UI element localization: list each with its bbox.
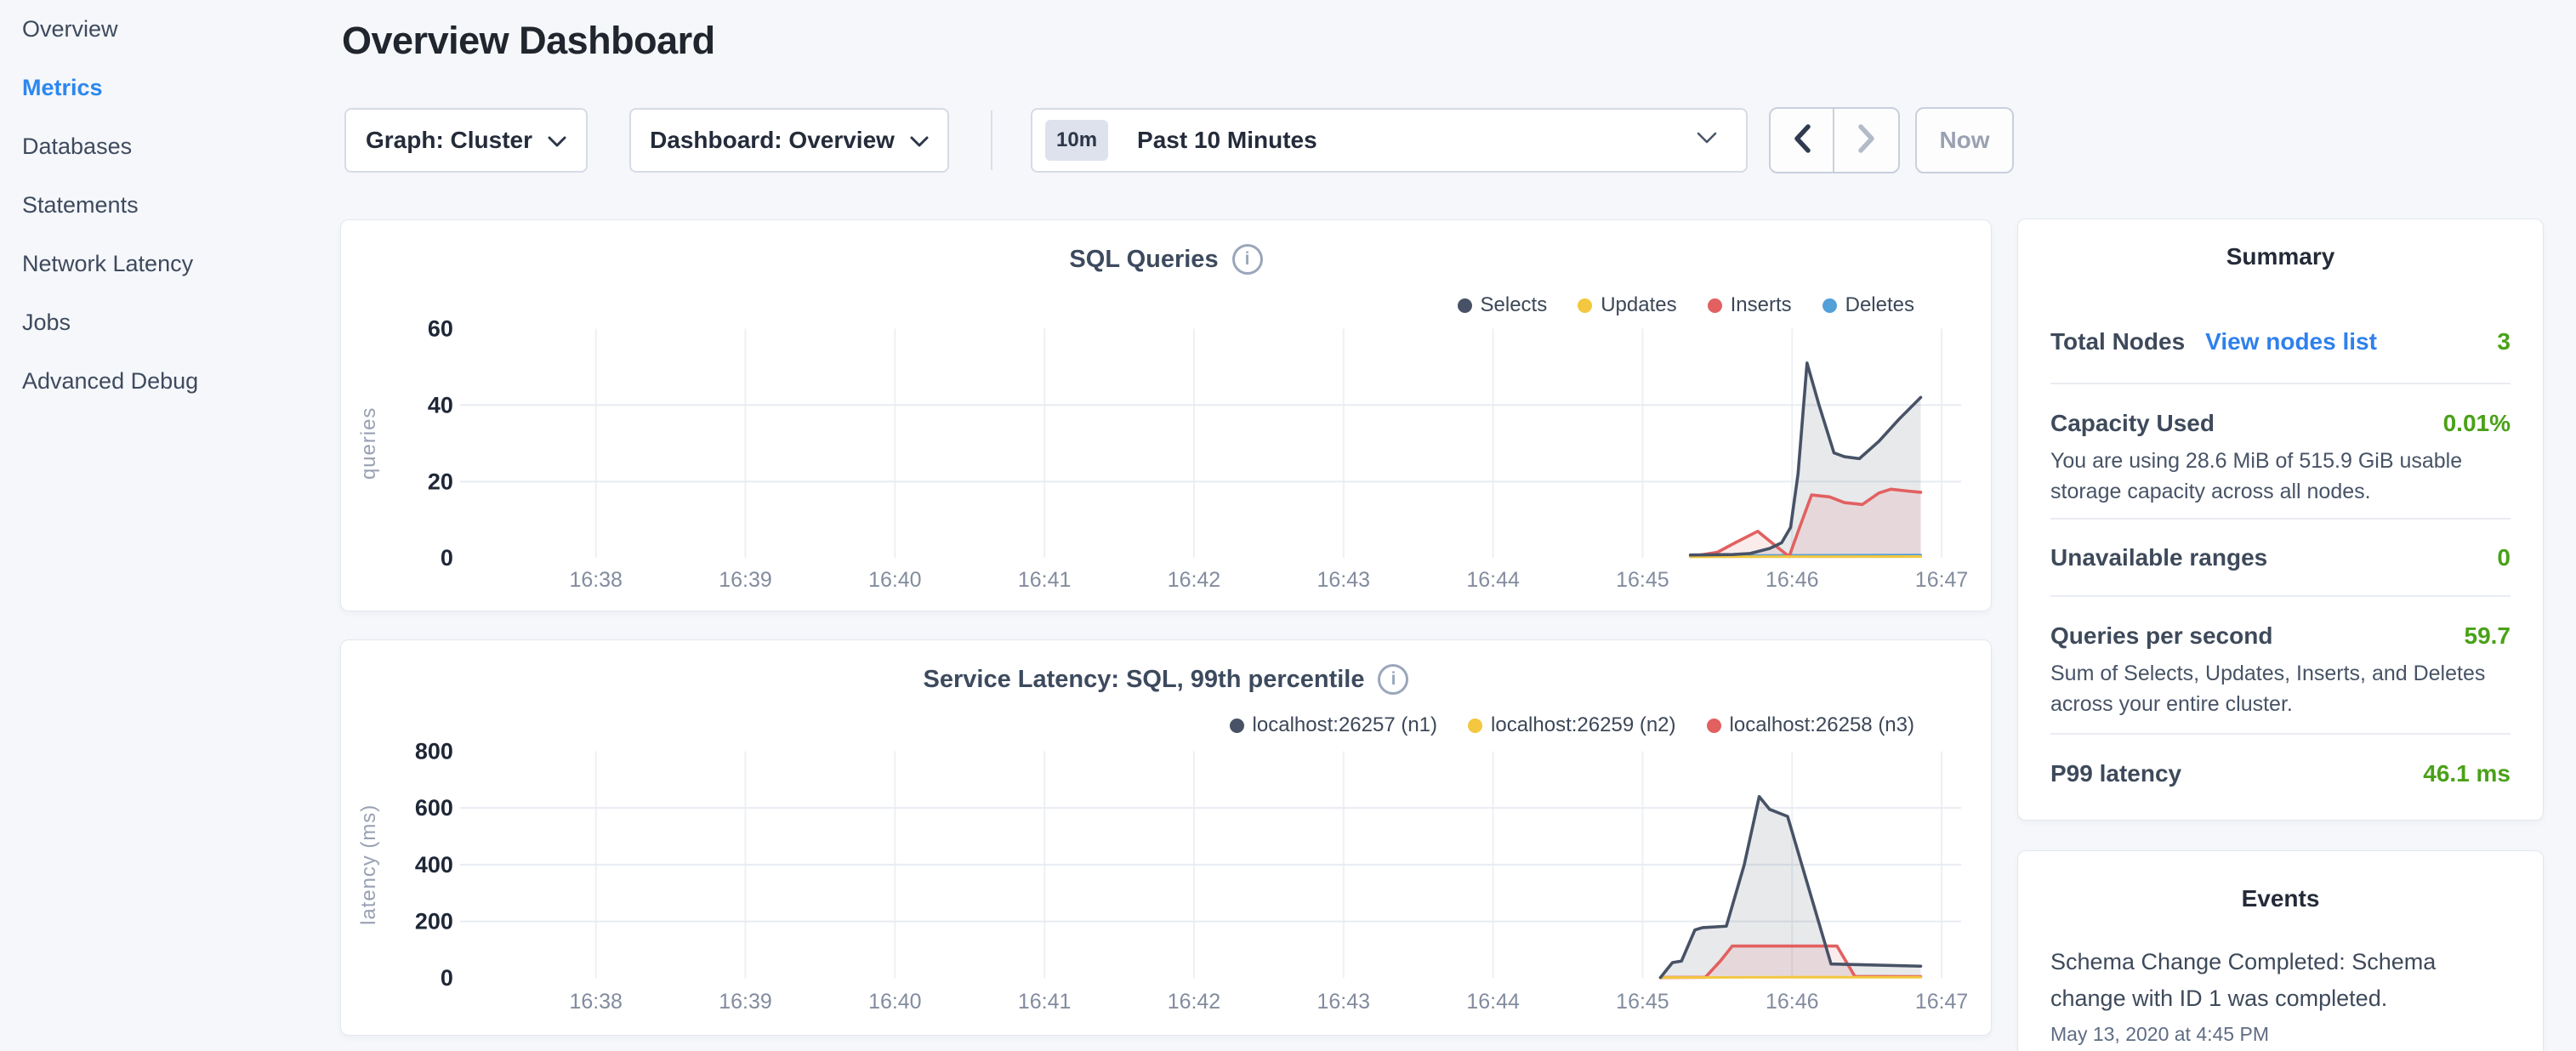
svg-text:16:42: 16:42	[1168, 568, 1220, 592]
summary-description: You are using 28.6 MiB of 515.9 GiB usab…	[2050, 446, 2511, 507]
svg-text:16:43: 16:43	[1317, 990, 1370, 1014]
summary-row-total-nodes: Total Nodes View nodes list 3	[2050, 328, 2511, 355]
svg-text:16:44: 16:44	[1466, 990, 1520, 1014]
now-button[interactable]: Now	[1915, 107, 2014, 173]
svg-text:queries: queries	[357, 407, 380, 480]
summary-value: 0	[2497, 544, 2511, 571]
svg-text:latency (ms): latency (ms)	[357, 804, 380, 925]
summary-row-unavailable-ranges: Unavailable ranges 0	[2050, 544, 2511, 571]
svg-text:16:47: 16:47	[1915, 568, 1968, 592]
svg-text:60: 60	[428, 315, 453, 341]
svg-text:16:45: 16:45	[1616, 990, 1669, 1014]
time-step-buttons	[1769, 107, 1900, 173]
summary-label: Unavailable ranges	[2050, 544, 2267, 571]
svg-text:16:41: 16:41	[1018, 568, 1071, 592]
svg-text:16:39: 16:39	[719, 990, 771, 1014]
summary-description: Sum of Selects, Updates, Inserts, and De…	[2050, 658, 2511, 719]
view-nodes-list-link[interactable]: View nodes list	[2205, 328, 2377, 355]
summary-panel: Summary Total Nodes View nodes list 3 Ca…	[2017, 219, 2544, 821]
svg-text:0: 0	[441, 965, 453, 991]
chevron-down-icon	[910, 127, 929, 154]
time-forward-button[interactable]	[1834, 109, 1898, 172]
svg-text:600: 600	[415, 795, 453, 821]
summary-value: 0.01%	[2443, 410, 2511, 437]
svg-text:16:40: 16:40	[868, 990, 921, 1014]
chevron-left-icon	[1792, 123, 1812, 158]
divider	[2050, 518, 2511, 520]
summary-label: Capacity Used	[2050, 410, 2215, 437]
summary-label: P99 latency	[2050, 760, 2181, 787]
sidebar-item-jobs[interactable]: Jobs	[22, 293, 333, 352]
graph-dropdown-label: Graph: Cluster	[366, 127, 532, 154]
service-latency-chart: 16:38 16:39 16:40 16:41 16:42 16:43 16:44 16:45…	[341, 640, 1991, 1035]
chevron-right-icon	[1857, 123, 1877, 158]
svg-text:16:45: 16:45	[1616, 568, 1669, 592]
svg-text:20: 20	[428, 469, 453, 494]
time-range-badge: 10m	[1045, 120, 1108, 161]
svg-text:16:44: 16:44	[1466, 568, 1520, 592]
sidebar-item-advanced-debug[interactable]: Advanced Debug	[22, 352, 333, 411]
summary-label: Total Nodes	[2050, 328, 2185, 355]
summary-label: Queries per second	[2050, 622, 2272, 650]
svg-text:0: 0	[441, 545, 453, 571]
page-title: Overview Dashboard	[342, 19, 715, 63]
controls-divider	[991, 111, 992, 170]
divider	[2050, 595, 2511, 597]
svg-text:16:38: 16:38	[569, 568, 622, 592]
sql-queries-panel: SQL Queries i SelectsUpdatesInsertsDelet…	[340, 219, 1992, 611]
svg-text:200: 200	[415, 909, 453, 935]
sidebar: Overview Metrics Databases Statements Ne…	[0, 0, 333, 1051]
svg-text:16:47: 16:47	[1915, 990, 1968, 1014]
sidebar-item-databases[interactable]: Databases	[22, 117, 333, 176]
svg-text:16:42: 16:42	[1168, 990, 1220, 1014]
svg-text:16:39: 16:39	[719, 568, 771, 592]
event-timestamp: May 13, 2020 at 4:45 PM	[2050, 1023, 2511, 1046]
svg-text:16:40: 16:40	[868, 568, 921, 592]
svg-text:16:38: 16:38	[569, 990, 622, 1014]
time-range-label: Past 10 Minutes	[1137, 127, 1697, 154]
summary-value: 46.1 ms	[2423, 760, 2511, 787]
sidebar-item-metrics[interactable]: Metrics	[22, 59, 333, 117]
sidebar-item-overview[interactable]: Overview	[22, 0, 333, 59]
summary-value: 3	[2497, 328, 2511, 355]
graph-dropdown[interactable]: Graph: Cluster	[344, 108, 588, 173]
sidebar-item-network-latency[interactable]: Network Latency	[22, 235, 333, 293]
summary-row-p99-latency: P99 latency 46.1 ms	[2050, 760, 2511, 787]
events-panel: Events Schema Change Completed: Schema c…	[2017, 850, 2544, 1051]
summary-value: 59.7	[2465, 622, 2511, 650]
svg-text:16:43: 16:43	[1317, 568, 1370, 592]
dashboard-dropdown[interactable]: Dashboard: Overview	[629, 108, 949, 173]
summary-row-queries-per-second: Queries per second 59.7	[2050, 622, 2511, 650]
svg-text:16:46: 16:46	[1766, 568, 1818, 592]
divider	[2050, 733, 2511, 735]
svg-text:400: 400	[415, 852, 453, 878]
time-back-button[interactable]	[1771, 109, 1834, 172]
sql-queries-chart: 16:38 16:39 16:40 16:41 16:42 16:43 16:44 16:45…	[341, 220, 1991, 611]
time-range-picker[interactable]: 10m Past 10 Minutes	[1031, 108, 1748, 173]
events-title: Events	[2050, 885, 2511, 912]
chevron-down-icon	[548, 127, 566, 154]
svg-text:16:41: 16:41	[1018, 990, 1071, 1014]
event-message: Schema Change Completed: Schema change w…	[2050, 944, 2511, 1017]
summary-row-capacity-used: Capacity Used 0.01%	[2050, 410, 2511, 437]
svg-text:40: 40	[428, 392, 453, 418]
divider	[2050, 383, 2511, 384]
svg-text:16:46: 16:46	[1766, 990, 1818, 1014]
dashboard-dropdown-label: Dashboard: Overview	[650, 127, 895, 154]
app-root: Overview Metrics Databases Statements Ne…	[0, 0, 2576, 1051]
sidebar-item-statements[interactable]: Statements	[22, 176, 333, 235]
svg-text:800: 800	[415, 738, 453, 764]
summary-title: Summary	[2050, 243, 2511, 270]
chevron-down-icon	[1697, 132, 1717, 149]
service-latency-panel: Service Latency: SQL, 99th percentile i …	[340, 639, 1992, 1036]
